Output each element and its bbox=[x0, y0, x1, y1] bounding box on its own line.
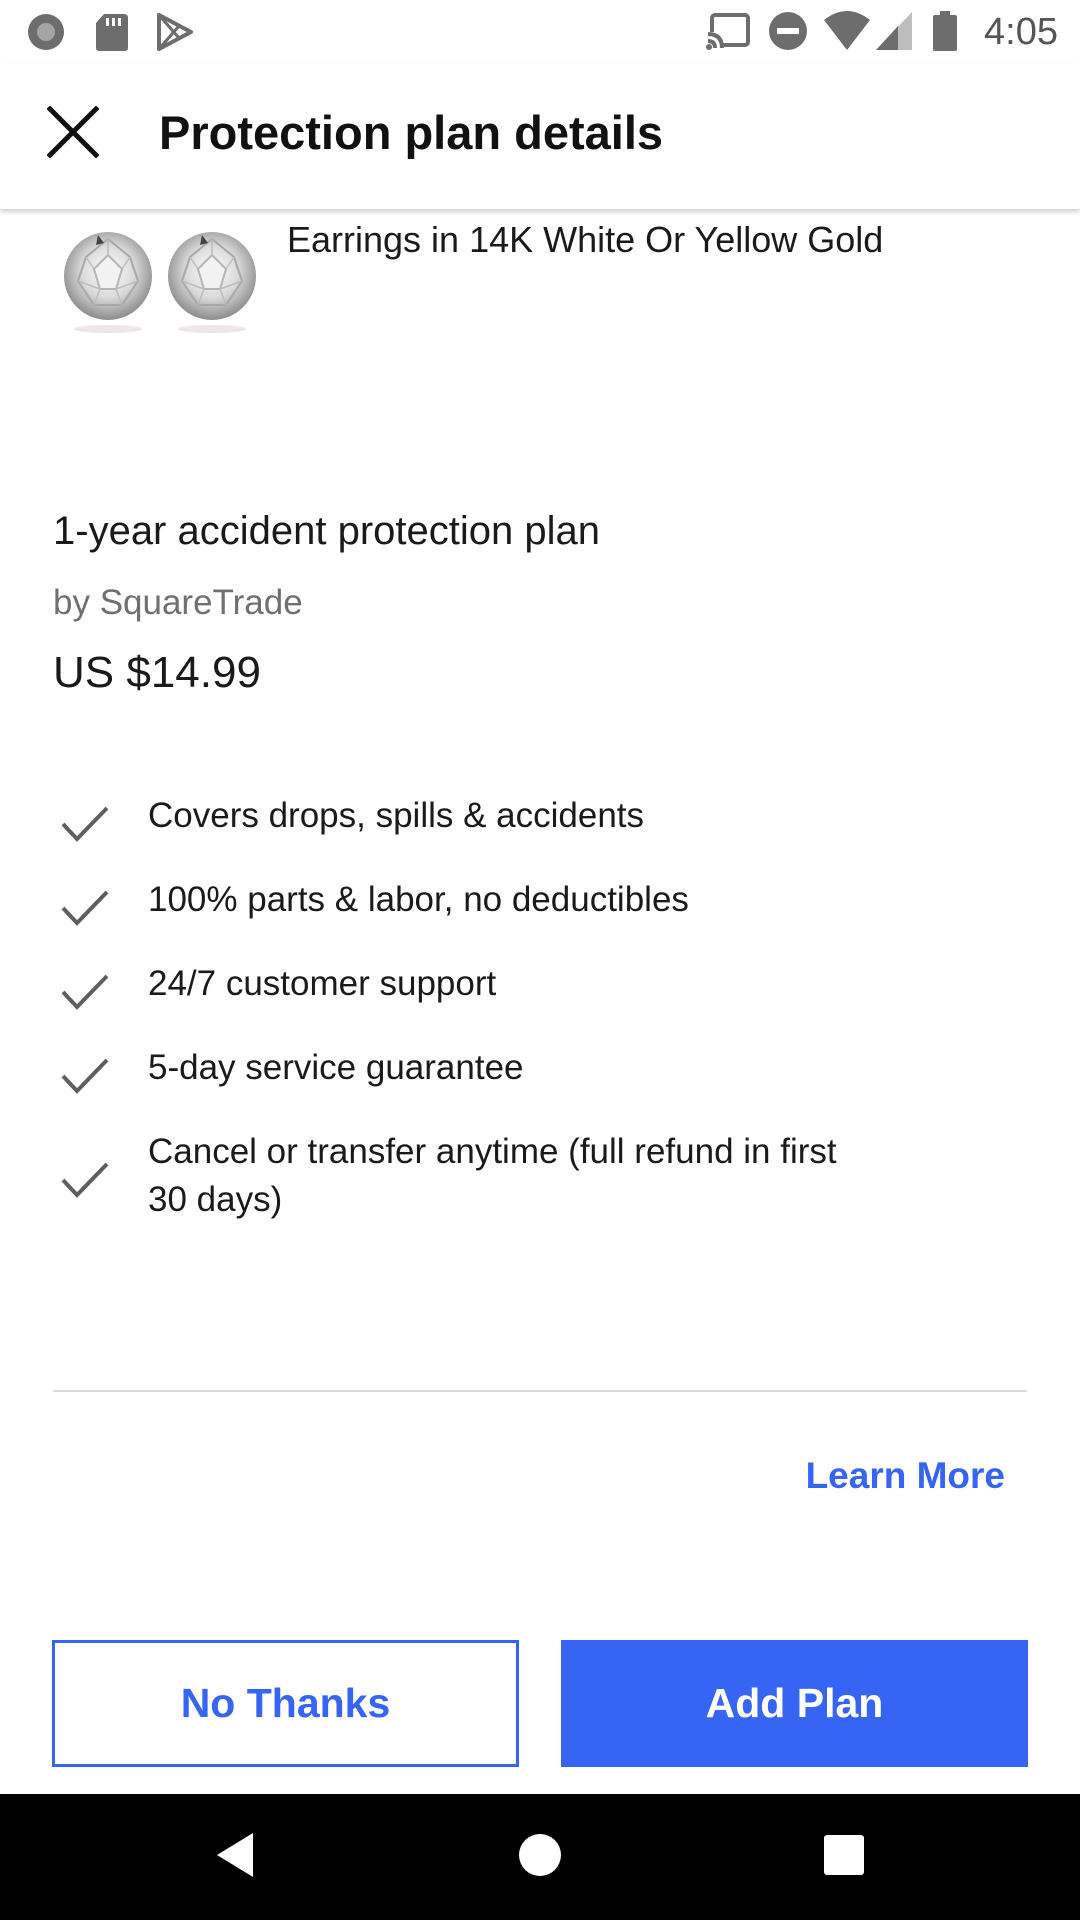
home-icon bbox=[517, 1832, 563, 1883]
learn-more-link[interactable]: Learn More bbox=[806, 1452, 1005, 1500]
status-time: 4:05 bbox=[984, 11, 1058, 53]
recents-icon bbox=[823, 1834, 865, 1881]
feature-text: 24/7 customer support bbox=[148, 964, 497, 1003]
checkmark-icon bbox=[60, 888, 110, 928]
item-summary: Earrings in 14K White Or Yellow Gold bbox=[0, 209, 1080, 349]
cast-icon bbox=[706, 10, 752, 52]
circle-notification-icon bbox=[26, 12, 66, 52]
no-thanks-button[interactable]: No Thanks bbox=[52, 1640, 519, 1767]
feature-text: Covers drops, spills & accidents bbox=[148, 796, 645, 835]
feature-text: 100% parts & labor, no deductibles bbox=[148, 880, 689, 919]
close-icon bbox=[46, 104, 100, 163]
home-button[interactable] bbox=[510, 1827, 570, 1887]
checkmark-icon bbox=[60, 804, 110, 844]
add-plan-button[interactable]: Add Plan bbox=[561, 1640, 1028, 1767]
back-icon bbox=[213, 1831, 257, 1884]
divider bbox=[53, 1390, 1027, 1392]
sd-card-icon bbox=[92, 12, 132, 52]
plan-provider: by SquareTrade bbox=[53, 583, 303, 622]
plan-price: US $14.99 bbox=[53, 648, 261, 697]
recents-button[interactable] bbox=[814, 1827, 874, 1887]
app-bar: Protection plan details bbox=[0, 63, 1080, 209]
checkmark-icon bbox=[60, 972, 110, 1012]
cell-signal-icon bbox=[874, 10, 914, 52]
do-not-disturb-icon bbox=[768, 10, 808, 52]
checkmark-icon bbox=[60, 1056, 110, 1096]
item-title: Earrings in 14K White Or Yellow Gold bbox=[287, 219, 884, 260]
page-title: Protection plan details bbox=[159, 106, 664, 159]
back-button[interactable] bbox=[205, 1827, 265, 1887]
battery-icon bbox=[932, 10, 958, 52]
feature-text: 5-day service guarantee bbox=[148, 1048, 524, 1087]
navigation-bar bbox=[0, 1794, 1080, 1920]
checkmark-icon bbox=[60, 1160, 110, 1200]
status-bar: 4:05 bbox=[0, 0, 1080, 63]
wifi-icon bbox=[823, 10, 871, 52]
diamond-earrings-image bbox=[60, 221, 260, 341]
close-button[interactable] bbox=[36, 97, 110, 171]
feature-text: Cancel or transfer anytime (full refund … bbox=[148, 1132, 837, 1219]
plan-name: 1-year accident protection plan bbox=[53, 509, 600, 553]
screen: 4:05 Protection plan details Earrings in… bbox=[0, 0, 1080, 1920]
play-store-icon bbox=[155, 12, 195, 52]
